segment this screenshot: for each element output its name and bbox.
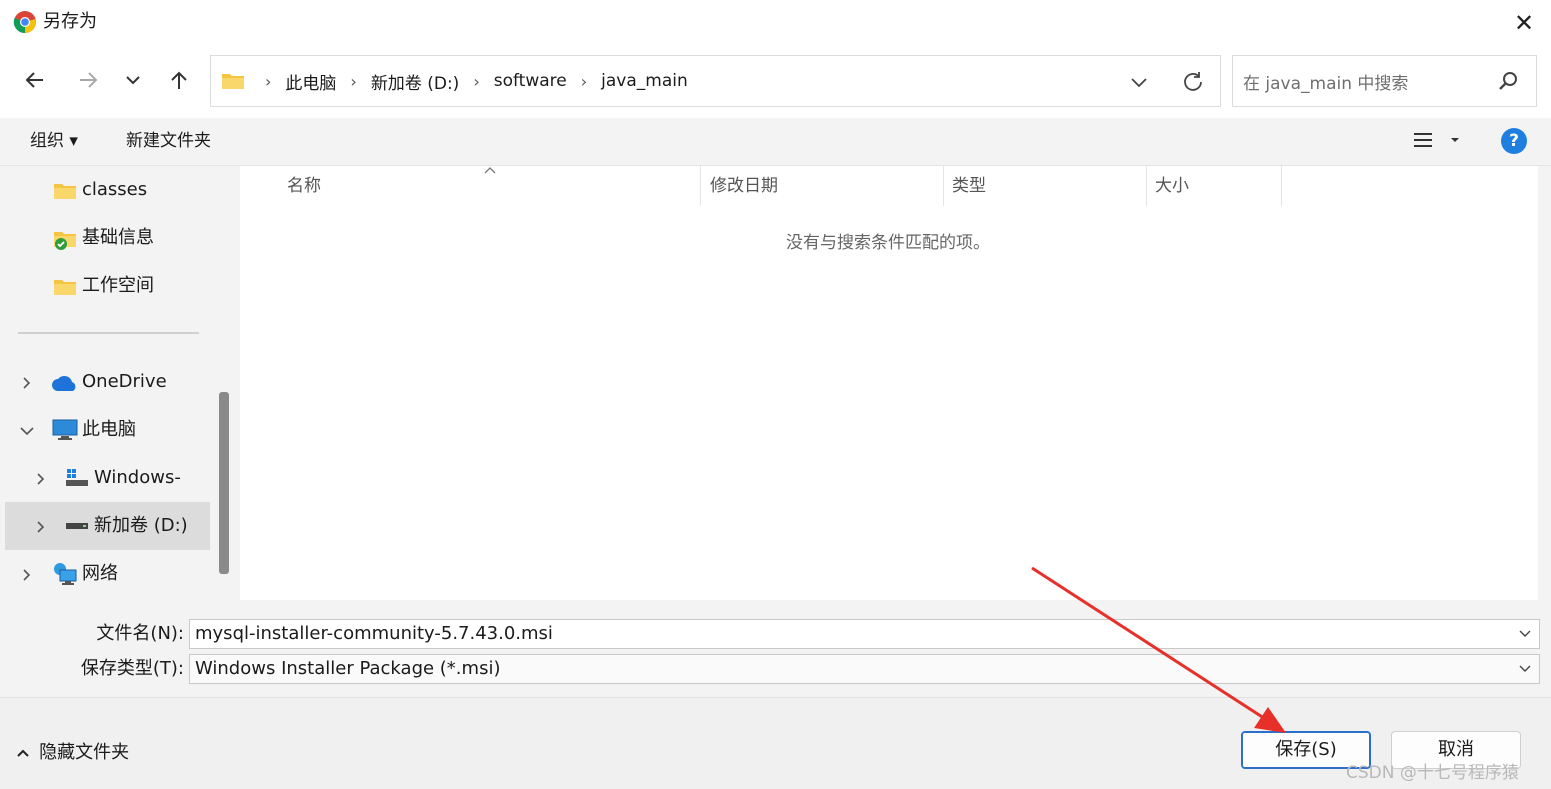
arrow-up-icon: [171, 71, 187, 89]
chevron-right-icon[interactable]: [21, 376, 33, 390]
chevron-down-icon[interactable]: [1517, 620, 1533, 648]
folder-icon: [222, 74, 244, 89]
nav-item-classes[interactable]: classes: [5, 168, 210, 212]
chevron-up-icon: [17, 749, 29, 757]
column-separator: [1281, 166, 1282, 206]
nav-item-this-pc[interactable]: 此电脑: [5, 408, 210, 452]
chevron-down-icon: [126, 76, 140, 85]
column-header-name[interactable]: 名称: [287, 166, 321, 206]
nav-item-label: 此电脑: [82, 419, 136, 440]
folder-icon: [54, 280, 76, 295]
nav-item-label: 基础信息: [82, 227, 154, 248]
filename-label: 文件名(N):: [96, 623, 184, 644]
filename-field[interactable]: mysql-installer-community-5.7.43.0.msi: [189, 619, 1540, 649]
nav-item-label: OneDrive: [82, 371, 167, 392]
breadcrumb-item-drive-d[interactable]: 新加卷 (D:): [367, 69, 464, 94]
empty-message: 没有与搜索条件匹配的项。: [786, 233, 990, 253]
nav-item-workspace[interactable]: 工作空间: [5, 264, 210, 308]
close-button[interactable]: ✕: [1509, 8, 1539, 38]
back-button[interactable]: [18, 63, 52, 97]
search-icon[interactable]: [1498, 70, 1520, 92]
save-form: 文件名(N): mysql-installer-community-5.7.43…: [0, 600, 1551, 696]
nav-item-label: classes: [82, 179, 148, 200]
nav-item-windows-ssd[interactable]: Windows-SSD: [5, 456, 210, 500]
nav-scrollbar-thumb[interactable]: [219, 392, 229, 574]
chevron-right-icon[interactable]: [21, 568, 33, 582]
breadcrumb-item-this-pc[interactable]: 此电脑: [281, 69, 340, 94]
folder-icon: [54, 184, 76, 199]
folder-check-icon: [54, 232, 76, 250]
forward-button[interactable]: [71, 63, 105, 97]
drive-windows-icon: [66, 469, 88, 486]
refresh-icon[interactable]: [1181, 70, 1205, 94]
chevron-right-icon[interactable]: [35, 472, 47, 486]
address-bar[interactable]: › 此电脑 › 新加卷 (D:) › software › java_main: [210, 55, 1221, 107]
column-separator: [700, 166, 701, 206]
arrow-right-icon: [80, 72, 98, 88]
hide-folders-toggle[interactable]: 隐藏文件夹: [16, 738, 129, 768]
nav-item-network[interactable]: 网络: [5, 552, 210, 596]
nav-item-label: 工作空间: [82, 275, 154, 296]
breadcrumb-separator: ›: [265, 71, 272, 91]
chevron-right-icon[interactable]: [35, 520, 47, 534]
computer-icon: [52, 419, 78, 440]
command-bar: 组织 ▾ 新建文件夹: [0, 118, 1551, 166]
column-header-date[interactable]: 修改日期: [710, 166, 778, 206]
arrow-left-icon: [25, 72, 43, 88]
network-icon: [54, 563, 77, 585]
new-folder-button[interactable]: 新建文件夹: [126, 118, 211, 164]
sort-ascending-icon: [484, 167, 496, 174]
search-input[interactable]: 在 java_main 中搜索: [1232, 55, 1537, 107]
caret-down-icon: [1451, 138, 1460, 142]
column-separator: [1146, 166, 1147, 206]
dialog-footer: 隐藏文件夹 保存(S) 取消: [0, 697, 1551, 789]
organize-menu[interactable]: 组织 ▾: [30, 118, 78, 164]
filetype-select[interactable]: Windows Installer Package (*.msi): [189, 654, 1540, 684]
hide-folders-label: 隐藏文件夹: [39, 742, 130, 763]
chevron-down-icon[interactable]: [19, 425, 35, 437]
chrome-icon: [13, 11, 36, 34]
filetype-value: Windows Installer Package (*.msi): [195, 658, 501, 679]
help-button[interactable]: ?: [1501, 128, 1527, 154]
filename-value: mysql-installer-community-5.7.43.0.msi: [195, 623, 553, 644]
nav-item-label: Windows-SSD: [94, 467, 181, 488]
filetype-label: 保存类型(T):: [80, 658, 184, 679]
drive-icon: [66, 523, 88, 529]
nav-item-label: 新加卷 (D:): [94, 515, 188, 536]
title-bar: 另存为 ✕: [0, 0, 1551, 44]
breadcrumb-separator: ›: [580, 71, 588, 91]
nav-item-drive-d[interactable]: 新加卷 (D:): [5, 502, 210, 550]
column-header-size[interactable]: 大小: [1155, 166, 1189, 206]
column-separator: [943, 166, 944, 206]
view-options-button[interactable]: [1412, 130, 1462, 154]
navigation-pane: classes 基础信息 工作空间 OneDrive 此电脑 Windows-S…: [0, 166, 230, 600]
breadcrumb-separator: ›: [473, 71, 480, 91]
list-view-icon: [1414, 133, 1432, 147]
breadcrumb-item-java-main[interactable]: java_main: [597, 71, 692, 91]
search-placeholder: 在 java_main 中搜索: [1243, 74, 1409, 94]
nav-item-onedrive[interactable]: OneDrive: [5, 360, 210, 404]
breadcrumb-separator: ›: [350, 71, 357, 91]
chevron-down-icon[interactable]: [1517, 655, 1533, 683]
column-header-type[interactable]: 类型: [952, 166, 986, 206]
up-button[interactable]: [162, 63, 196, 97]
chevron-down-icon[interactable]: [1129, 72, 1149, 92]
cloud-icon: [52, 375, 76, 391]
recent-locations-button[interactable]: [116, 63, 150, 97]
window-title: 另存为: [43, 11, 97, 32]
breadcrumb: › 此电脑 › 新加卷 (D:) › software › java_main: [221, 56, 692, 106]
watermark: CSDN @十七号程序猿: [1346, 763, 1519, 783]
nav-item-label: 网络: [82, 563, 118, 584]
breadcrumb-item-software[interactable]: software: [490, 71, 571, 91]
nav-item-basic-info[interactable]: 基础信息: [5, 216, 210, 260]
nav-divider: [18, 332, 199, 334]
